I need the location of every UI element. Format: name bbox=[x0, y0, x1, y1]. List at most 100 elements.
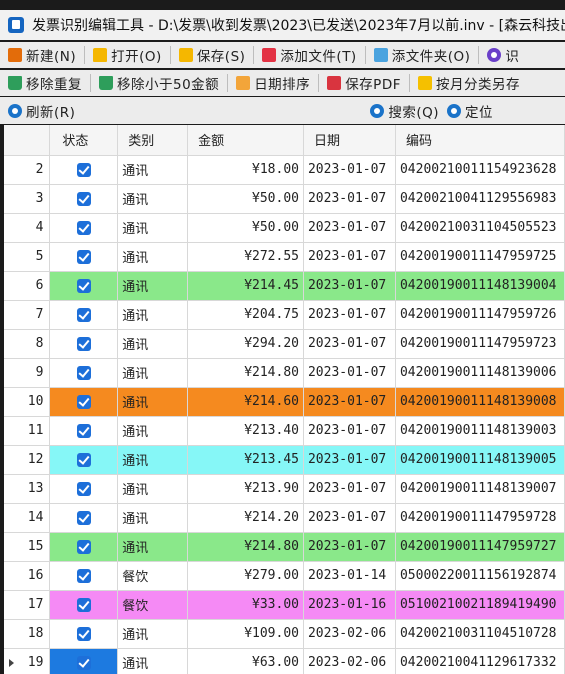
table-row[interactable]: 12 通讯 ¥213.45 2023-01-07 0420019001114813900… bbox=[4, 445, 565, 475]
status-checkbox[interactable] bbox=[76, 394, 91, 409]
locate-button[interactable]: 定位 bbox=[443, 101, 497, 121]
category-cell[interactable]: 通讯 bbox=[117, 329, 189, 359]
code-cell[interactable]: 04200190011148139004 bbox=[395, 271, 565, 301]
table-row[interactable]: 15 通讯 ¥214.80 2023-01-07 0420019001114795972… bbox=[4, 532, 565, 562]
code-cell[interactable]: 04200210031104505523 bbox=[395, 213, 565, 243]
status-checkbox[interactable] bbox=[76, 365, 91, 380]
date-cell[interactable]: 2023-01-07 bbox=[303, 184, 396, 214]
status-checkbox[interactable] bbox=[76, 510, 91, 525]
category-cell[interactable]: 通讯 bbox=[117, 271, 189, 301]
status-cell[interactable] bbox=[49, 474, 119, 504]
table-row[interactable]: 11 通讯 ¥213.40 2023-01-07 0420019001114813900… bbox=[4, 416, 565, 446]
amount-cell[interactable]: ¥272.55 bbox=[187, 242, 304, 272]
category-cell[interactable]: 通讯 bbox=[117, 184, 189, 214]
code-cell[interactable]: 04200190011147959723 bbox=[395, 329, 565, 359]
status-checkbox[interactable] bbox=[76, 568, 91, 583]
amount-cell[interactable]: ¥213.40 bbox=[187, 416, 304, 446]
status-cell[interactable] bbox=[49, 184, 119, 214]
category-cell[interactable]: 通讯 bbox=[117, 474, 189, 504]
column-header-category[interactable]: 类别 bbox=[117, 125, 189, 156]
category-cell[interactable]: 通讯 bbox=[117, 358, 189, 388]
code-cell[interactable]: 04200210031104510728 bbox=[395, 619, 565, 649]
table-row[interactable]: 10 通讯 ¥214.60 2023-01-07 0420019001114813900… bbox=[4, 387, 565, 417]
status-cell[interactable] bbox=[49, 445, 119, 475]
amount-cell[interactable]: ¥63.00 bbox=[187, 648, 304, 674]
date-cell[interactable]: 2023-01-07 bbox=[303, 474, 396, 504]
date-cell[interactable]: 2023-01-07 bbox=[303, 329, 396, 359]
status-checkbox[interactable] bbox=[76, 307, 91, 322]
new-button[interactable]: 新建(N) bbox=[4, 45, 80, 65]
status-cell[interactable] bbox=[49, 300, 119, 330]
table-row[interactable]: 2 通讯 ¥18.00 2023-01-07 04200210011154923628 bbox=[4, 155, 565, 185]
status-cell[interactable] bbox=[49, 619, 119, 649]
status-cell[interactable] bbox=[49, 155, 119, 185]
status-cell[interactable] bbox=[49, 590, 119, 620]
table-row[interactable]: 7 通讯 ¥204.75 2023-01-07 04200190011147959726 bbox=[4, 300, 565, 330]
code-cell[interactable]: 04200190011148139006 bbox=[395, 358, 565, 388]
remove-duplicates-button[interactable]: 移除重复 bbox=[4, 73, 86, 93]
status-cell[interactable] bbox=[49, 416, 119, 446]
table-row[interactable]: 8 通讯 ¥294.20 2023-01-07 04200190011147959723 bbox=[4, 329, 565, 359]
column-header-date[interactable]: 日期 bbox=[303, 125, 396, 156]
table-row[interactable]: 4 通讯 ¥50.00 2023-01-07 04200210031104505523 bbox=[4, 213, 565, 243]
status-cell[interactable] bbox=[49, 561, 119, 591]
status-cell[interactable] bbox=[49, 242, 119, 272]
date-cell[interactable]: 2023-01-14 bbox=[303, 561, 396, 591]
date-cell[interactable]: 2023-01-07 bbox=[303, 416, 396, 446]
status-checkbox[interactable] bbox=[76, 423, 91, 438]
save-by-month-button[interactable]: 按月分类另存 bbox=[414, 73, 524, 93]
category-cell[interactable]: 通讯 bbox=[117, 648, 189, 674]
open-button[interactable]: 打开(O) bbox=[89, 45, 166, 65]
category-cell[interactable]: 通讯 bbox=[117, 445, 189, 475]
date-cell[interactable]: 2023-01-07 bbox=[303, 445, 396, 475]
date-cell[interactable]: 2023-01-07 bbox=[303, 155, 396, 185]
column-header-row-number[interactable] bbox=[4, 125, 51, 156]
category-cell[interactable]: 餐饮 bbox=[117, 561, 189, 591]
amount-cell[interactable]: ¥50.00 bbox=[187, 213, 304, 243]
code-cell[interactable]: 04200210041129617332 bbox=[395, 648, 565, 674]
category-cell[interactable]: 通讯 bbox=[117, 387, 189, 417]
table-row[interactable]: 3 通讯 ¥50.00 2023-01-07 04200210041129556983 bbox=[4, 184, 565, 214]
code-cell[interactable]: 04200210011154923628 bbox=[395, 155, 565, 185]
code-cell[interactable]: 04200190011147959725 bbox=[395, 242, 565, 272]
save-button[interactable]: 保存(S) bbox=[175, 45, 250, 65]
column-header-code[interactable]: 编码 bbox=[395, 125, 565, 156]
amount-cell[interactable]: ¥213.90 bbox=[187, 474, 304, 504]
category-cell[interactable]: 餐饮 bbox=[117, 590, 189, 620]
status-checkbox[interactable] bbox=[76, 481, 91, 496]
category-cell[interactable]: 通讯 bbox=[117, 300, 189, 330]
date-cell[interactable]: 2023-02-06 bbox=[303, 619, 396, 649]
amount-cell[interactable]: ¥214.80 bbox=[187, 532, 304, 562]
status-checkbox[interactable] bbox=[76, 191, 91, 206]
code-cell[interactable]: 04200190011147959726 bbox=[395, 300, 565, 330]
amount-cell[interactable]: ¥279.00 bbox=[187, 561, 304, 591]
amount-cell[interactable]: ¥18.00 bbox=[187, 155, 304, 185]
amount-cell[interactable]: ¥204.75 bbox=[187, 300, 304, 330]
code-cell[interactable]: 04200190011147959727 bbox=[395, 532, 565, 562]
code-cell[interactable]: 04200190011147959728 bbox=[395, 503, 565, 533]
column-header-status[interactable]: 状态 bbox=[49, 125, 119, 156]
save-pdf-button[interactable]: 保存PDF bbox=[323, 73, 405, 93]
table-row[interactable]: 16 餐饮 ¥279.00 2023-01-14 0500022001115619287… bbox=[4, 561, 565, 591]
status-checkbox[interactable] bbox=[76, 162, 91, 177]
code-cell[interactable]: 04200210041129556983 bbox=[395, 184, 565, 214]
status-cell[interactable] bbox=[49, 387, 119, 417]
status-checkbox[interactable] bbox=[76, 220, 91, 235]
code-cell[interactable]: 05100210021189419490 bbox=[395, 590, 565, 620]
table-row[interactable]: 9 通讯 ¥214.80 2023-01-07 04200190011148139006 bbox=[4, 358, 565, 388]
category-cell[interactable]: 通讯 bbox=[117, 416, 189, 446]
status-checkbox[interactable] bbox=[76, 278, 91, 293]
status-cell[interactable] bbox=[49, 329, 119, 359]
category-cell[interactable]: 通讯 bbox=[117, 503, 189, 533]
column-header-amount[interactable]: 金额 bbox=[187, 125, 304, 156]
status-checkbox[interactable] bbox=[76, 539, 91, 554]
date-cell[interactable]: 2023-01-07 bbox=[303, 358, 396, 388]
code-cell[interactable]: 04200190011148139007 bbox=[395, 474, 565, 504]
table-row[interactable]: 6 通讯 ¥214.45 2023-01-07 04200190011148139004 bbox=[4, 271, 565, 301]
category-cell[interactable]: 通讯 bbox=[117, 155, 189, 185]
status-cell[interactable] bbox=[49, 358, 119, 388]
status-cell[interactable] bbox=[49, 648, 119, 674]
amount-cell[interactable]: ¥214.60 bbox=[187, 387, 304, 417]
add-file-button[interactable]: 添加文件(T) bbox=[258, 45, 360, 65]
table-row[interactable]: 13 通讯 ¥213.90 2023-01-07 0420019001114813900… bbox=[4, 474, 565, 504]
